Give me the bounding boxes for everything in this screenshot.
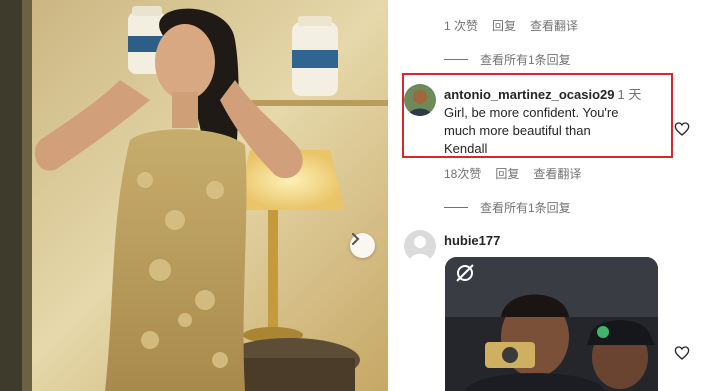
like-count[interactable]: 18次赞 bbox=[444, 165, 481, 182]
heart-outline-icon[interactable] bbox=[674, 345, 690, 361]
heart-outline-icon[interactable] bbox=[674, 121, 690, 137]
default-user-avatar-graphic bbox=[404, 230, 436, 262]
view-replies-label: 查看所有1条回复 bbox=[480, 53, 571, 67]
reply-button[interactable]: 回复 bbox=[492, 17, 516, 34]
view-replies-button[interactable]: 查看所有1条回复 bbox=[444, 199, 571, 216]
comment-gif-illustration bbox=[445, 257, 658, 391]
chevron-right-icon bbox=[352, 233, 360, 245]
like-count[interactable]: 1 次赞 bbox=[444, 17, 478, 34]
divider-line bbox=[444, 59, 468, 60]
comment-body: hubie177 bbox=[444, 232, 500, 250]
default-user-avatar-icon[interactable] bbox=[404, 230, 436, 262]
comment-meta-row: 1 次赞 回复 查看翻译 bbox=[444, 17, 578, 34]
post-photo[interactable] bbox=[0, 0, 388, 391]
comment-meta-row: 18次赞 回复 查看翻译 bbox=[444, 165, 581, 182]
translate-button[interactable]: 查看翻译 bbox=[530, 17, 578, 34]
translate-button[interactable]: 查看翻译 bbox=[533, 165, 581, 182]
reply-button[interactable]: 回复 bbox=[495, 165, 519, 182]
post-photo-illustration bbox=[0, 0, 388, 391]
view-replies-button[interactable]: 查看所有1条回复 bbox=[444, 51, 571, 68]
comment-gif[interactable] bbox=[445, 257, 658, 391]
view-replies-label: 查看所有1条回复 bbox=[480, 201, 571, 215]
next-photo-button[interactable] bbox=[350, 233, 375, 258]
divider-line bbox=[444, 207, 468, 208]
comment-username[interactable]: hubie177 bbox=[444, 233, 500, 248]
highlight-box bbox=[402, 73, 673, 158]
